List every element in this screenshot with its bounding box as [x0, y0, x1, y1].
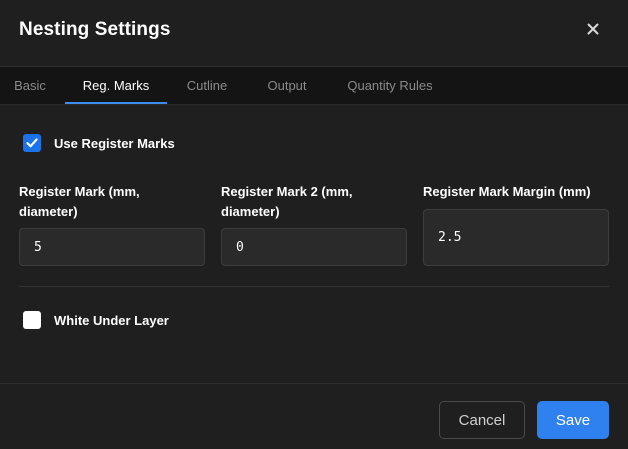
- use-register-marks-label: Use Register Marks: [54, 135, 175, 151]
- tab-bar: Basic Reg. Marks Cutline Output Quantity…: [0, 67, 628, 105]
- dialog-footer: Cancel Save: [0, 383, 628, 449]
- use-register-marks-row[interactable]: Use Register Marks: [23, 134, 175, 152]
- tab-basic[interactable]: Basic: [4, 67, 56, 104]
- register-mark-margin-input[interactable]: [423, 209, 609, 266]
- register-mark-2-label: Register Mark 2 (mm, diameter): [221, 184, 353, 219]
- register-mark-input[interactable]: [19, 228, 205, 266]
- section-divider: [19, 286, 609, 287]
- white-under-layer-label: White Under Layer: [54, 312, 169, 328]
- checkmark-icon: [26, 138, 38, 148]
- tab-cutline[interactable]: Cutline: [179, 67, 235, 104]
- white-under-layer-row[interactable]: White Under Layer: [23, 311, 169, 329]
- register-mark-margin-label: Register Mark Margin (mm): [423, 184, 591, 199]
- close-button[interactable]: [581, 17, 605, 41]
- tab-output[interactable]: Output: [259, 67, 315, 104]
- save-button[interactable]: Save: [537, 401, 609, 439]
- white-under-layer-checkbox[interactable]: [23, 311, 41, 329]
- dialog-title: Nesting Settings: [19, 19, 171, 40]
- tab-reg-marks[interactable]: Reg. Marks: [65, 67, 167, 104]
- close-icon: [587, 23, 599, 35]
- tab-quantity-rules[interactable]: Quantity Rules: [340, 67, 440, 104]
- nesting-settings-dialog: Nesting Settings Basic Reg. Marks Cutlin…: [0, 0, 628, 449]
- cancel-button[interactable]: Cancel: [439, 401, 525, 439]
- register-mark-2-input[interactable]: [221, 228, 407, 266]
- register-mark-label: Register Mark (mm, diameter): [19, 184, 140, 219]
- dialog-header: Nesting Settings: [0, 0, 628, 67]
- use-register-marks-checkbox[interactable]: [23, 134, 41, 152]
